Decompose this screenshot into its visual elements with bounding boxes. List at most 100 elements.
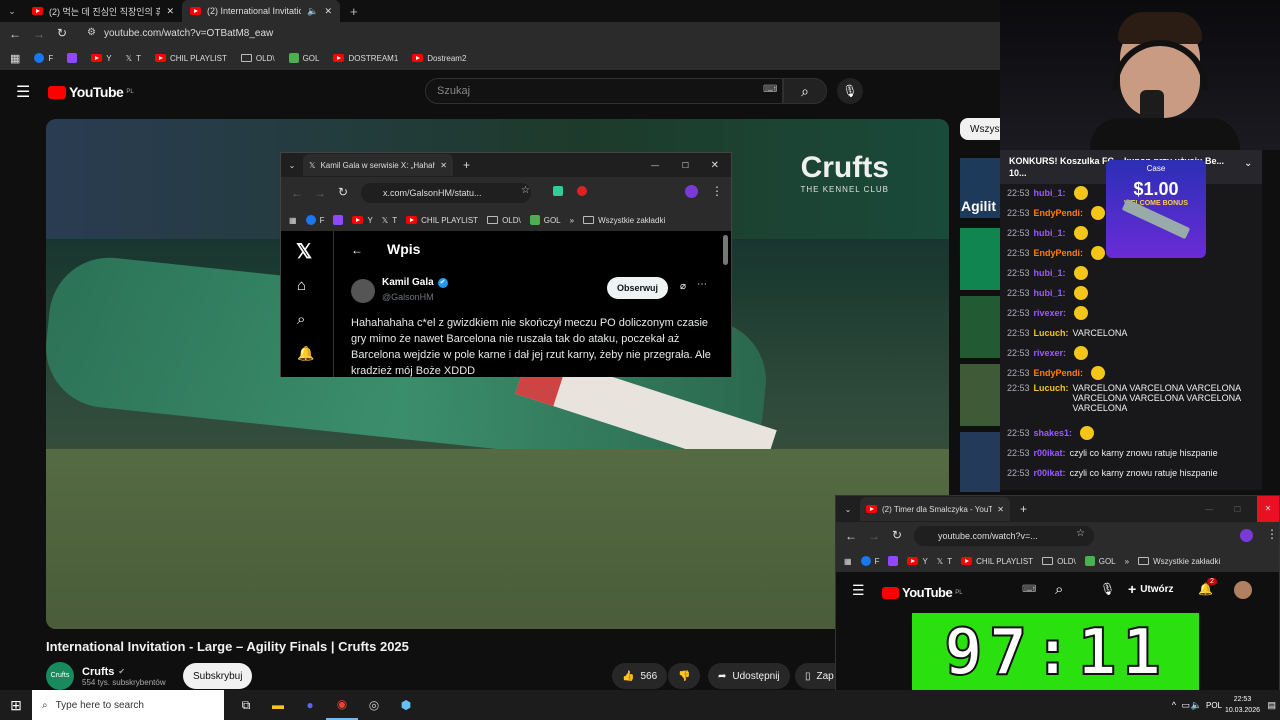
bookmark-folder[interactable]: OLD\ [240,54,275,63]
more-bookmarks-icon[interactable]: » [570,216,574,225]
chat-username[interactable]: EndyPendi: [1034,248,1084,258]
minimize-icon[interactable]: — [1205,505,1213,514]
chat-username[interactable]: hubi_1: [1034,228,1066,238]
x-logo-icon[interactable]: 𝕏 [296,239,312,264]
obs-icon[interactable]: ◎ [358,698,390,712]
bookmark-item[interactable]: F [860,556,879,566]
chat-username[interactable]: EndyPendi: [1034,368,1084,378]
chat-username[interactable]: hubi_1: [1034,268,1066,278]
notifications-bell-icon[interactable]: 🔔 [297,345,314,362]
recommendation-thumb[interactable] [960,296,1000,358]
bookmark-item[interactable]: GOL [288,53,319,63]
author-handle[interactable]: @GalsonHM [382,292,434,302]
star-icon[interactable]: ☆ [1076,528,1085,539]
forward-icon[interactable]: → [33,27,45,41]
tray-chevron-icon[interactable]: ^ [1172,700,1176,710]
chevron-down-icon[interactable]: ⌄ [1244,158,1252,169]
all-bookmarks-folder[interactable]: Wszystkie zakładki [583,216,665,225]
author-name-row[interactable]: Kamil Gala ✔ [382,277,448,288]
x-url-field[interactable]: x.com/GalsonHM/statu... [361,183,531,203]
timer-url-field[interactable]: youtube.com/watch?v=... [914,526,1094,546]
close-tab-icon[interactable]: ✕ [166,6,174,17]
tab-list-chevron-icon[interactable]: ⌄ [836,505,860,514]
bookmark-item[interactable] [67,53,78,63]
save-button[interactable]: ▯ Zap [795,663,835,689]
chrome-icon[interactable]: ◉ [326,690,358,720]
youtube-logo[interactable]: YouTube PL [48,84,134,100]
close-tab-icon[interactable]: ✕ [324,6,332,17]
share-button[interactable]: ➦ Udostępnij [708,663,790,689]
dislike-button[interactable]: 👎 [668,663,701,689]
subscribe-button[interactable]: Subskrybuj [183,663,253,689]
close-window-icon[interactable]: ✕ [711,160,719,171]
bookmark-item[interactable]: 𝕏T [126,54,141,63]
menu-hamburger-icon[interactable]: ☰ [16,82,30,102]
bookmark-item[interactable]: F [34,53,53,63]
bookmark-item[interactable]: GOL [529,215,561,225]
search-button[interactable]: ⌕ [783,78,827,104]
steam-icon[interactable]: ⬢ [390,698,422,712]
bookmark-item[interactable]: GOL [1084,556,1116,566]
bookmark-item[interactable]: Y [352,216,373,225]
chat-username[interactable]: EndyPendi: [1034,208,1084,218]
voice-search-button[interactable]: 🎙 [837,78,863,104]
youtube-logo[interactable]: YouTube PL [882,585,963,600]
tab-list-chevron-icon[interactable]: ⌄ [0,6,24,17]
close-window-icon[interactable]: ✕ [1257,496,1279,522]
channel-name[interactable]: Crufts [82,666,114,678]
extension-icon[interactable] [577,186,587,196]
new-tab-button[interactable]: + [1010,502,1037,516]
microphone-icon[interactable]: 🎙 [1100,582,1115,596]
home-icon[interactable]: ⌂ [297,277,306,294]
chat-username[interactable]: Lucuch: [1034,383,1069,393]
search-icon[interactable]: ⌕ [1055,581,1063,598]
bookmark-item[interactable] [333,215,344,225]
reload-icon[interactable]: ↻ [57,26,67,40]
bookmark-item[interactable]: F [305,215,324,225]
url-field[interactable]: youtube.com/watch?v=OTBatM8_eaw [80,25,980,43]
chat-username[interactable]: hubi_1: [1034,188,1066,198]
windows-start-icon[interactable]: ⊞ [0,697,32,714]
profile-avatar[interactable] [685,185,698,198]
scrollbar[interactable] [723,235,728,265]
chat-username[interactable]: hubi_1: [1034,288,1066,298]
reload-icon[interactable]: ↻ [892,528,902,542]
maximize-icon[interactable]: ☐ [1234,505,1241,514]
bookmark-item[interactable]: CHIL PLAYLIST [961,557,1033,566]
chat-username[interactable]: rivexer: [1034,348,1067,358]
reload-icon[interactable]: ↻ [338,185,348,199]
bookmark-folder[interactable]: OLD\ [487,216,521,225]
browser-tab[interactable]: (2) 먹는 데 진심인 직장인의 휴 ✕ [24,0,182,22]
back-icon[interactable]: ← [9,27,21,41]
search-input[interactable]: Szukaj [425,78,783,104]
minimize-icon[interactable]: — [651,161,659,170]
author-avatar[interactable] [351,279,375,303]
recommendation-thumb[interactable] [960,364,1000,426]
recommendation-thumb[interactable] [960,228,1000,290]
follow-button[interactable]: Obserwuj [607,277,669,299]
browser-tab-active[interactable]: (2) International Invitation 🔈 ✕ [182,0,340,22]
menu-hamburger-icon[interactable]: ☰ [852,582,865,599]
maximize-icon[interactable]: ☐ [682,161,689,170]
chat-username[interactable]: r00ikat: [1034,468,1066,478]
task-view-icon[interactable]: ⧉ [230,698,262,713]
taskbar-search-input[interactable]: ⌕ Type here to search [32,690,224,720]
bookmark-item[interactable]: DOSTREAM1 [333,54,398,63]
bookmark-item[interactable]: Y [91,54,112,63]
like-button[interactable]: 👍 566 [612,663,668,689]
create-button[interactable]: + Utwórz [1128,581,1174,597]
extension-icon[interactable] [553,186,563,196]
back-icon[interactable]: ← [845,529,857,543]
promo-ad[interactable]: Case $1.00 WELCOME BONUS [1106,160,1206,258]
bookmark-item[interactable]: Dostream2 [412,54,466,63]
grok-icon[interactable]: ⌀ [680,281,686,292]
all-bookmarks-folder[interactable]: Wszystkie zakładki [1138,557,1220,566]
volume-icon[interactable]: 🔈 [1191,700,1202,711]
chat-username[interactable]: Lucuch: [1034,328,1069,338]
clock[interactable]: 22:53 10.03.2026 [1225,694,1260,716]
apps-grid-icon[interactable]: ▦ [844,557,852,566]
tab-list-chevron-icon[interactable]: ⌄ [281,161,303,170]
recommendation-title[interactable]: Agilit [961,198,996,214]
forward-icon[interactable]: → [868,529,880,543]
star-icon[interactable]: ☆ [521,185,530,196]
